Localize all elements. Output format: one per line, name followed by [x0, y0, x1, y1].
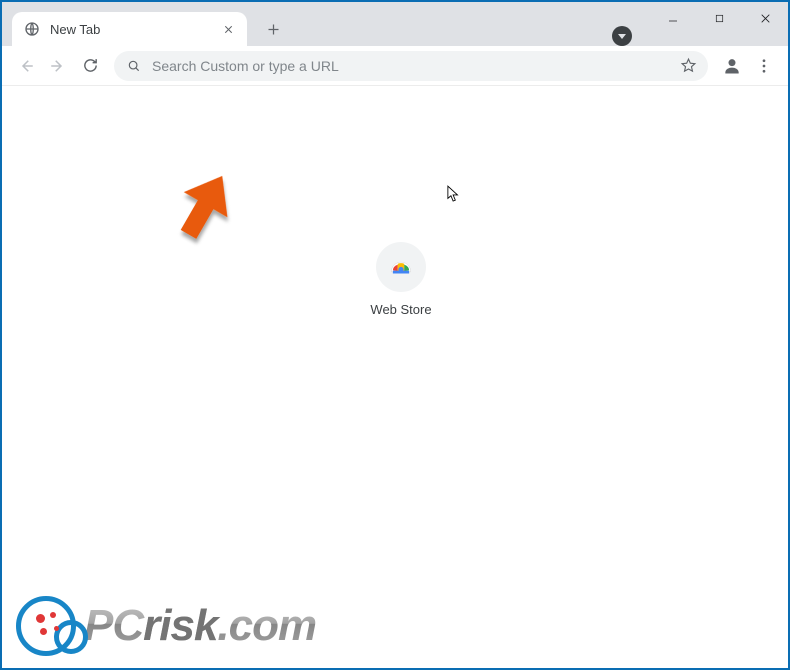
mouse-cursor-icon — [447, 185, 461, 203]
new-tab-button[interactable] — [259, 15, 287, 43]
bookmark-star-icon[interactable] — [674, 52, 702, 80]
watermark-text: PCrisk.com — [84, 601, 316, 651]
web-store-icon — [376, 242, 426, 292]
close-tab-icon[interactable] — [219, 20, 237, 38]
search-icon — [126, 58, 142, 74]
toolbar — [2, 46, 788, 86]
omnibox[interactable] — [114, 51, 708, 81]
shortcut-web-store[interactable]: Web Store — [356, 242, 446, 317]
annotation-arrow-icon — [157, 166, 247, 256]
shortcut-label: Web Store — [370, 302, 431, 317]
address-input[interactable] — [152, 58, 674, 74]
close-window-button[interactable] — [742, 2, 788, 34]
watermark-logo: PCrisk.com — [16, 596, 316, 656]
tab-title: New Tab — [50, 22, 219, 37]
globe-icon — [24, 21, 40, 37]
back-button — [10, 50, 42, 82]
new-tab-page: Web Store PCrisk.com — [2, 86, 788, 668]
pcrisk-emblem-icon — [16, 596, 76, 656]
browser-window: New Tab — [0, 0, 790, 670]
tab-active[interactable]: New Tab — [12, 12, 247, 46]
forward-button — [42, 50, 74, 82]
extension-indicator-icon[interactable] — [612, 26, 632, 46]
minimize-button[interactable] — [650, 2, 696, 34]
reload-button[interactable] — [74, 50, 106, 82]
kebab-menu-icon[interactable] — [748, 50, 780, 82]
profile-avatar-icon[interactable] — [716, 50, 748, 82]
window-controls — [650, 2, 788, 46]
maximize-button[interactable] — [696, 2, 742, 34]
tab-strip: New Tab — [2, 2, 788, 46]
